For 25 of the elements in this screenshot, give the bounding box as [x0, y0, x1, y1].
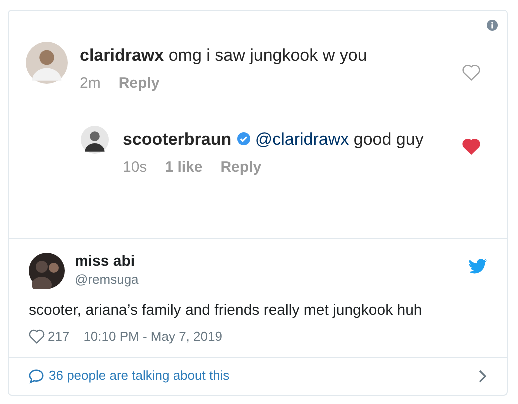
- comment-text: good guy: [354, 130, 424, 148]
- reply-button[interactable]: Reply: [118, 73, 160, 96]
- username[interactable]: scooterbraun: [123, 130, 232, 148]
- chevron-right-icon[interactable]: [479, 370, 487, 382]
- conversation-link[interactable]: 36 people are talking about this: [49, 366, 230, 386]
- display-name[interactable]: miss abi: [75, 253, 139, 271]
- timestamp[interactable]: 10:10 PM - May 7, 2019: [84, 327, 222, 346]
- comment-time: 2m: [80, 74, 101, 94]
- avatar[interactable]: [81, 126, 109, 154]
- comment-time: 10s: [123, 158, 148, 178]
- reply-button[interactable]: Reply: [220, 156, 262, 179]
- heart-icon[interactable]: [462, 64, 481, 81]
- info-icon: [487, 20, 498, 31]
- avatar[interactable]: [29, 253, 65, 289]
- bird-icon[interactable]: [469, 259, 487, 274]
- heart-icon[interactable]: [29, 329, 45, 344]
- reply-icon: [29, 368, 44, 384]
- like-count[interactable]: 217: [48, 327, 70, 346]
- heart-icon[interactable]: [462, 138, 481, 154]
- username[interactable]: claridrawx: [80, 46, 164, 65]
- user-handle[interactable]: @remsuga: [75, 271, 139, 289]
- like-count: 1 like: [165, 158, 203, 178]
- tweet-text: scooter, ariana’s family and friends really met jungkook huh: [29, 301, 424, 321]
- mention-link[interactable]: @claridrawx: [255, 130, 350, 148]
- comment-text: omg i saw jungkook w you: [168, 46, 368, 65]
